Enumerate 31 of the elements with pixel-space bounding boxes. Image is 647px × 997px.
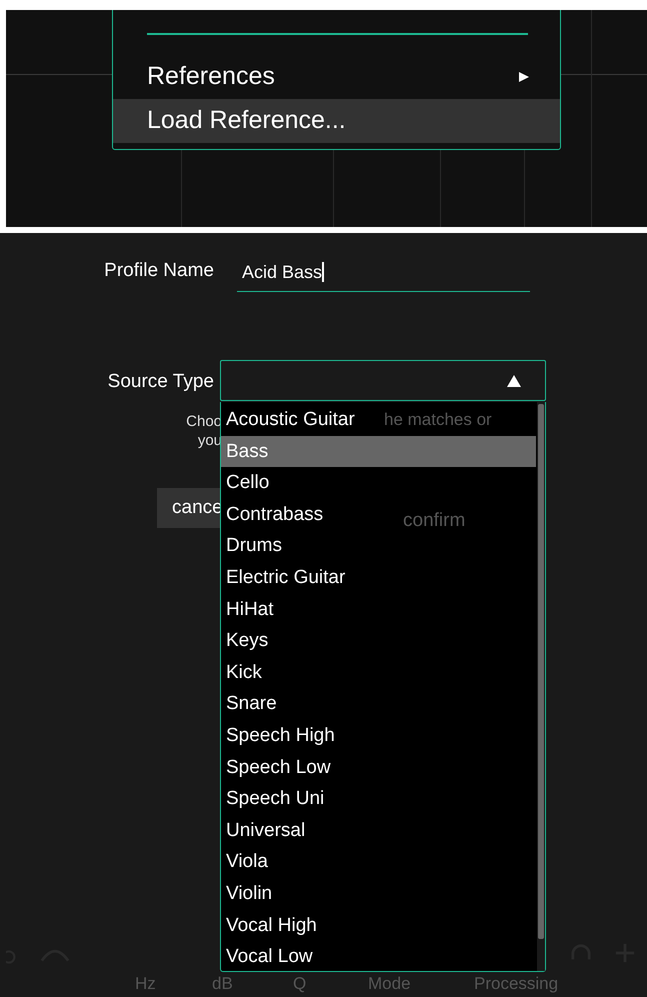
dropdown-option[interactable]: Bass [221, 436, 536, 468]
field-label: Source Type [106, 371, 214, 394]
column-label: Q [293, 974, 306, 994]
dropdown-option[interactable]: Speech High [221, 720, 341, 752]
dropdown-option[interactable]: HiHat [221, 594, 280, 626]
dropdown-option[interactable]: Violin [221, 878, 278, 910]
dropdown-option[interactable]: Speech Low [221, 752, 337, 784]
dropdown-option[interactable]: Kick [221, 656, 268, 688]
profile-name-field[interactable]: Acid Bass [237, 258, 530, 292]
hint-text: he matches or [384, 410, 492, 430]
column-label: Hz [135, 974, 156, 994]
dropdown-option[interactable]: Vocal High [221, 910, 323, 942]
dropdown-option[interactable]: Universal [221, 814, 312, 846]
menu-item[interactable]: References [113, 54, 560, 98]
dropdown-option[interactable]: Speech Uni [221, 783, 330, 815]
source-type-dropdown[interactable] [220, 360, 546, 401]
column-label: dB [212, 974, 233, 994]
field-label: Profile Name [103, 260, 214, 283]
dropdown-option[interactable]: Keys [221, 625, 274, 657]
dropdown-option[interactable]: Viola [221, 846, 274, 878]
dropdown-arrow-icon [507, 374, 521, 386]
dropdown-option[interactable]: Drums [221, 530, 288, 562]
menu-item[interactable]: Load Reference... [113, 98, 560, 142]
column-label: Mode [368, 974, 411, 994]
column-label: Processing [474, 974, 558, 994]
dropdown-option[interactable]: Electric Guitar [221, 562, 352, 594]
dropdown-option[interactable]: Vocal Low [221, 941, 319, 973]
scrollbar[interactable] [537, 402, 545, 971]
submenu-arrow-icon [518, 70, 530, 82]
dropdown-option[interactable]: Snare [221, 688, 283, 720]
dropdown-option[interactable]: Acoustic Guitar [221, 404, 361, 436]
